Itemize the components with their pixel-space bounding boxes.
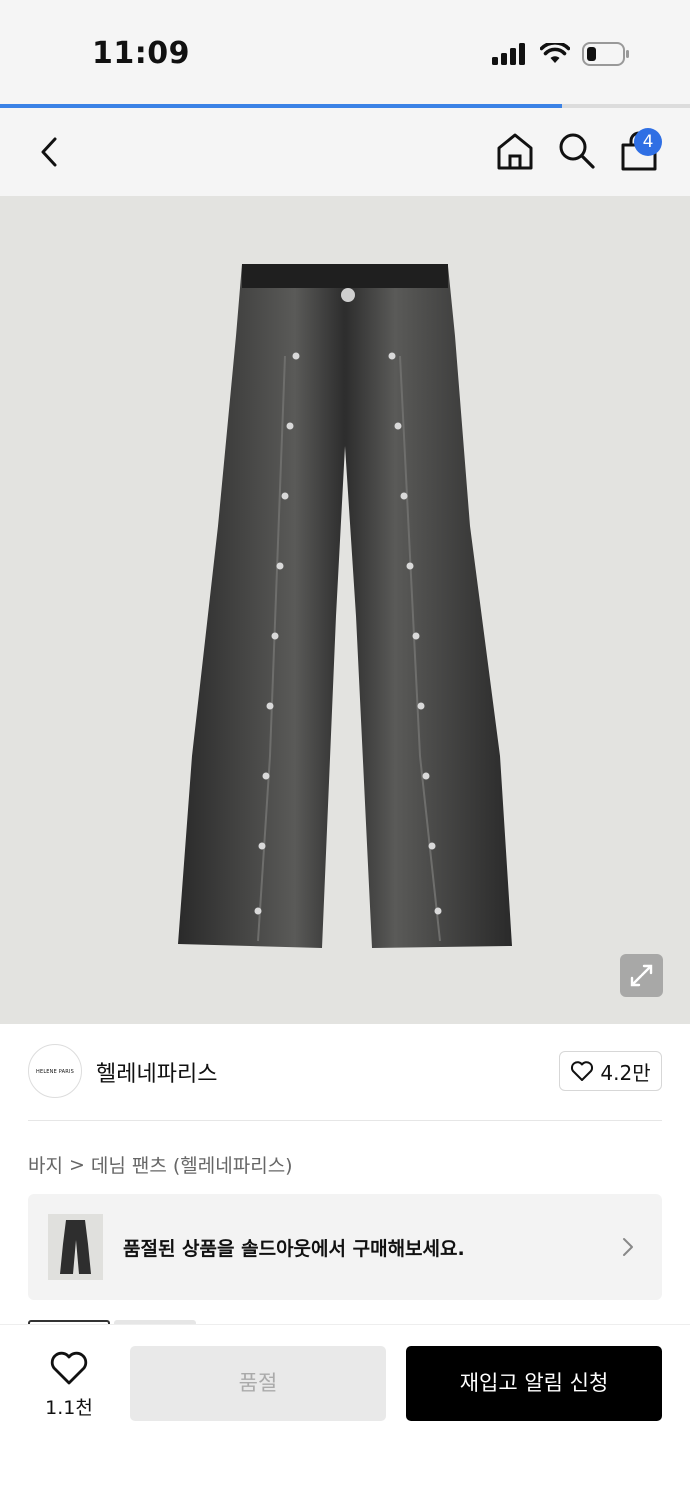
breadcrumb-separator: > — [68, 1153, 85, 1176]
expand-image-button[interactable] — [620, 954, 663, 997]
brand-logo[interactable]: HELENE PARIS — [28, 1044, 82, 1098]
status-time: 11:09 — [92, 36, 190, 71]
chevron-right-icon — [623, 1238, 633, 1256]
back-chevron-icon[interactable] — [30, 132, 70, 172]
home-icon[interactable] — [494, 130, 536, 172]
battery-icon — [582, 42, 629, 66]
brand-like-button[interactable]: 4.2만 — [559, 1051, 662, 1091]
status-bar: 11:09 — [0, 0, 690, 106]
breadcrumb: 바지 > 데님 팬츠 (헬레네파리스) — [28, 1151, 293, 1178]
soldout-banner-text: 품절된 상품을 솔드아웃에서 구매해보세요. — [123, 1238, 465, 1260]
divider — [28, 1120, 662, 1121]
signal-icon — [492, 43, 525, 65]
breadcrumb-subcategory[interactable]: 데님 팬츠 (헬레네파리스) — [91, 1151, 293, 1178]
soldout-banner[interactable]: 품절된 상품을 솔드아웃에서 구매해보세요. — [28, 1194, 662, 1300]
heart-icon — [571, 1061, 594, 1081]
wish-button[interactable]: 1.1천 — [28, 1345, 110, 1425]
bottom-action-bar: 1.1천 품절 재입고 알림 신청 — [0, 1324, 690, 1500]
soldout-button: 품절 — [130, 1346, 386, 1421]
brand-name[interactable]: 헬레네파리스 — [96, 1056, 217, 1088]
product-image[interactable] — [0, 196, 690, 1024]
brand-row: HELENE PARIS 헬레네파리스 4.2만 — [0, 1040, 690, 1104]
breadcrumb-category[interactable]: 바지 — [28, 1151, 63, 1178]
expand-icon — [630, 964, 653, 987]
cart-count-badge: 4 — [634, 128, 662, 156]
heart-icon — [50, 1351, 88, 1385]
jeans-photo — [0, 196, 690, 1024]
restock-alert-button[interactable]: 재입고 알림 신청 — [406, 1346, 662, 1421]
brand-like-count: 4.2만 — [600, 1060, 651, 1085]
status-icons — [492, 42, 630, 66]
wifi-icon — [540, 43, 570, 63]
wish-count: 1.1천 — [45, 1397, 93, 1419]
search-icon[interactable] — [556, 130, 598, 172]
nav-bar — [0, 108, 690, 196]
banner-thumbnail — [48, 1214, 103, 1280]
